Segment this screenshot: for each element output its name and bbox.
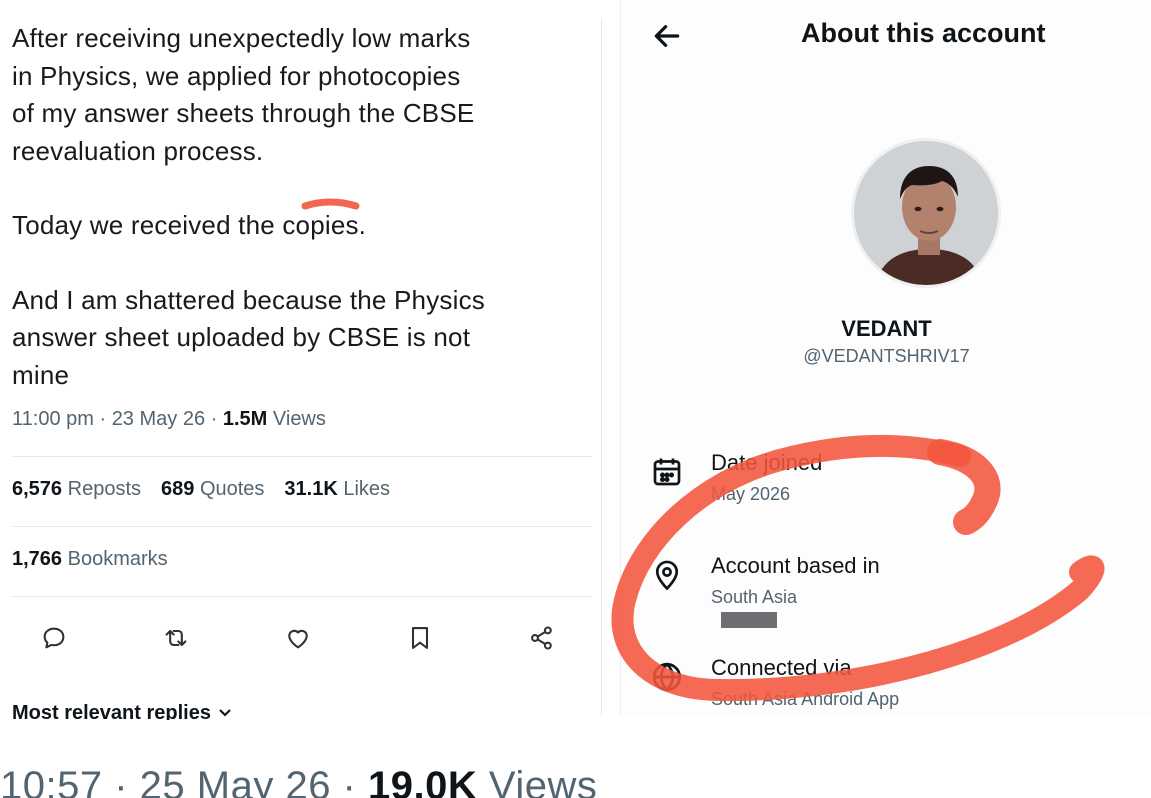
quotes-stat[interactable]: 689 Quotes	[161, 478, 264, 501]
footer-date: 25 May 26	[139, 764, 331, 798]
tweet-views-count[interactable]: 1.5M	[223, 408, 267, 430]
globe-icon	[652, 662, 682, 692]
about-account-panel: About this account VEDANT @VEDANTSHRIV17…	[620, 0, 1151, 716]
divider	[12, 456, 592, 457]
footer-separator: ·	[102, 764, 140, 798]
tweet-paragraph-2: Today we received the copies.	[12, 210, 367, 240]
date-joined-label: Date joined	[711, 450, 823, 475]
reply-icon	[43, 627, 65, 649]
date-joined-value: May 2026	[711, 484, 791, 504]
replies-sort-button[interactable]: Most relevant replies	[12, 702, 233, 720]
meta-separator: ·	[205, 408, 223, 430]
tweet-views-label: Views	[272, 408, 326, 430]
divider	[12, 596, 592, 597]
quotes-label: Quotes	[199, 478, 265, 500]
avatar[interactable]	[851, 138, 1001, 288]
tweet-action-bar	[0, 618, 602, 658]
chevron-down-icon	[217, 702, 233, 720]
tweet-panel: After receiving unexpectedly low marks i…	[0, 18, 602, 720]
bookmark-icon	[411, 627, 429, 649]
connected-via-label: Connected via	[711, 655, 852, 680]
repost-icon	[165, 629, 187, 647]
location-pin-icon	[655, 560, 679, 591]
likes-count: 31.1K	[284, 478, 338, 500]
reposts-label: Reposts	[67, 478, 141, 500]
tweet-date: 23 May 26	[111, 408, 206, 430]
post-meta-footer: 10:57 · 25 May 26 · 19.0K Views	[0, 764, 597, 798]
back-arrow-icon[interactable]	[651, 20, 683, 52]
likes-stat[interactable]: 31.1K Likes	[284, 478, 390, 501]
footer-time: 10:57	[0, 764, 103, 798]
likes-label: Likes	[343, 478, 391, 500]
replies-sort-label: Most relevant replies	[12, 702, 211, 720]
connected-via-value: South Asia Android App	[711, 689, 900, 709]
bookmarks-label: Bookmarks	[67, 548, 168, 570]
meta-separator: ·	[93, 408, 112, 430]
username-handle: @VEDANTSHRIV17	[803, 346, 970, 366]
repost-button[interactable]	[156, 618, 196, 658]
calendar-icon	[653, 458, 681, 486]
footer-views-label: Views	[488, 764, 598, 798]
tweet-time: 11:00 pm	[12, 408, 94, 430]
account-based-in-value: South Asia	[711, 587, 798, 607]
engagement-stats: 6,576 Reposts 689 Quotes 31.1K Likes	[12, 478, 390, 501]
display-name: VEDANT	[841, 316, 932, 341]
tweet-meta: 11:00 pm · 23 May 26 · 1.5M Views	[12, 408, 326, 431]
like-button[interactable]	[278, 618, 318, 658]
tweet-paragraph-1: After receiving unexpectedly low marks i…	[12, 23, 475, 166]
tweet-text: After receiving unexpectedly low marks i…	[12, 20, 572, 394]
share-button[interactable]	[522, 618, 562, 658]
footer-views-count[interactable]: 19.0K	[368, 764, 477, 798]
divider	[12, 526, 592, 527]
bookmarks-count: 1,766	[12, 548, 63, 570]
like-icon	[288, 629, 308, 649]
tweet-paragraph-3: And I am shattered because the Physics a…	[12, 284, 485, 390]
share-icon	[531, 626, 552, 650]
reposts-stat[interactable]: 6,576 Reposts	[12, 478, 141, 501]
bookmark-button[interactable]	[400, 618, 440, 658]
bookmarks-stat[interactable]: 1,766 Bookmarks	[12, 548, 168, 571]
reposts-count: 6,576	[12, 478, 63, 500]
quotes-count: 689	[161, 478, 195, 500]
redaction-bar	[721, 612, 777, 628]
page-title: About this account	[801, 18, 1046, 48]
avatar-image	[854, 141, 998, 285]
footer-separator: ·	[330, 764, 368, 798]
reply-button[interactable]	[34, 618, 74, 658]
account-based-in-label: Account based in	[711, 553, 880, 578]
